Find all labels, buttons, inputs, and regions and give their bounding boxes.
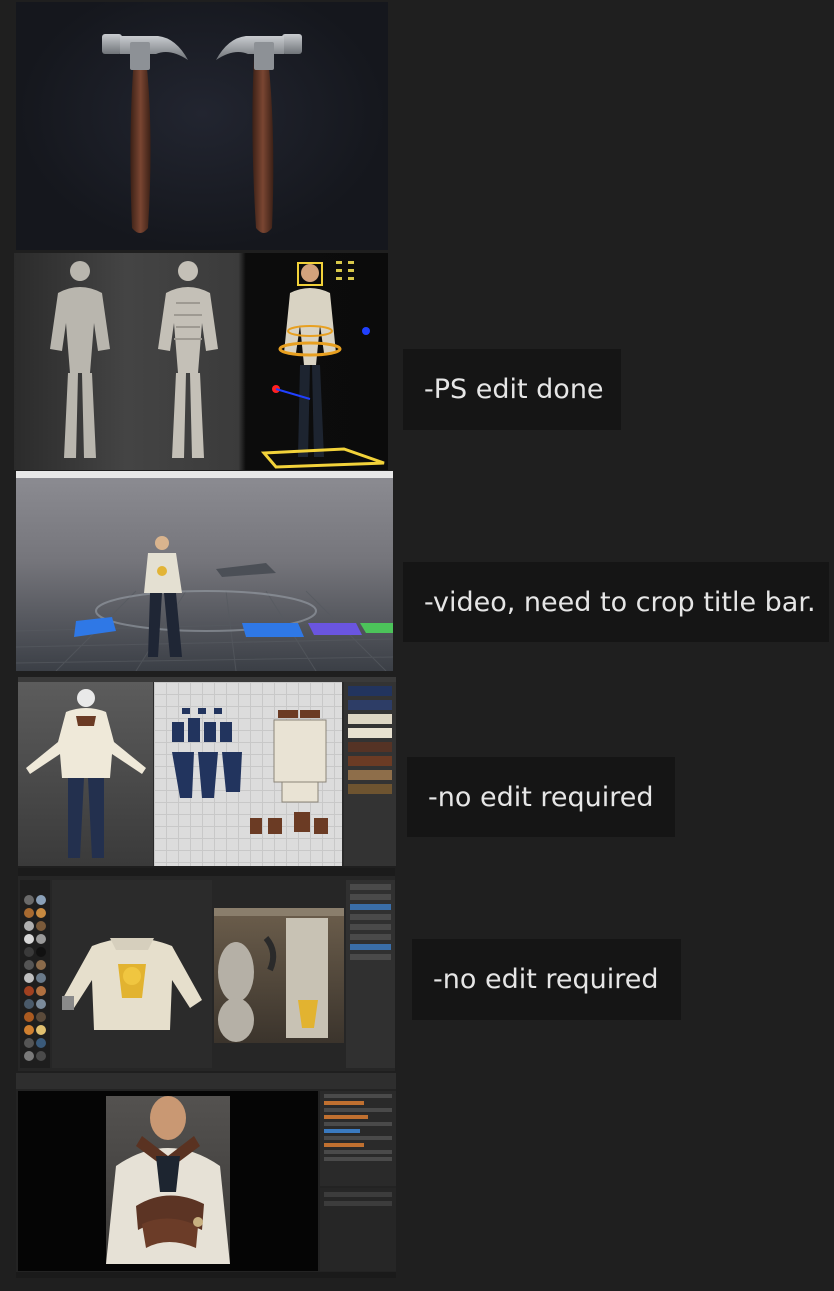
note-no-edit-1-text: -no edit required	[428, 781, 654, 813]
note-ps-edit: -PS edit done	[403, 349, 621, 430]
pattern-2d-view	[154, 682, 342, 866]
timeline-bar	[16, 1272, 396, 1278]
painter-menu-bar	[18, 868, 395, 876]
3d-viewport	[52, 880, 212, 1068]
note-no-edit-2-text: -no edit required	[433, 964, 659, 995]
layer-panel	[346, 880, 395, 1068]
note-video-crop: -video, need to crop title bar.	[403, 562, 829, 642]
note-no-edit-2: -no edit required	[412, 939, 681, 1020]
rigged-figure	[260, 261, 385, 469]
note-video-crop-text: -video, need to crop title bar.	[424, 586, 816, 618]
render-editor-toolbar	[16, 1073, 396, 1089]
properties-panel	[320, 1188, 396, 1271]
avatar-3d-view	[18, 682, 153, 866]
pattern-editor-screenshot	[18, 677, 396, 866]
hammer-right	[216, 34, 302, 233]
hammer-left	[102, 34, 188, 233]
portrait-render-image	[106, 1096, 230, 1264]
video-character	[144, 536, 182, 657]
clay-figure-2	[158, 261, 218, 458]
hammer-render-image	[16, 2, 388, 250]
fabric-list-panel	[344, 682, 396, 866]
note-ps-edit-text: -PS edit done	[424, 374, 604, 405]
2d-texture-view	[214, 908, 344, 1043]
outliner-panel	[320, 1091, 396, 1186]
render-viewport	[18, 1091, 318, 1271]
note-no-edit-1: -no edit required	[407, 757, 675, 837]
render-editor-screenshot	[16, 1073, 396, 1278]
animation-video-frame	[16, 471, 393, 671]
character-rig-image	[14, 253, 388, 470]
material-shelf	[20, 880, 50, 1068]
texture-painter-screenshot	[18, 868, 395, 1071]
clay-figure-1	[50, 261, 110, 458]
